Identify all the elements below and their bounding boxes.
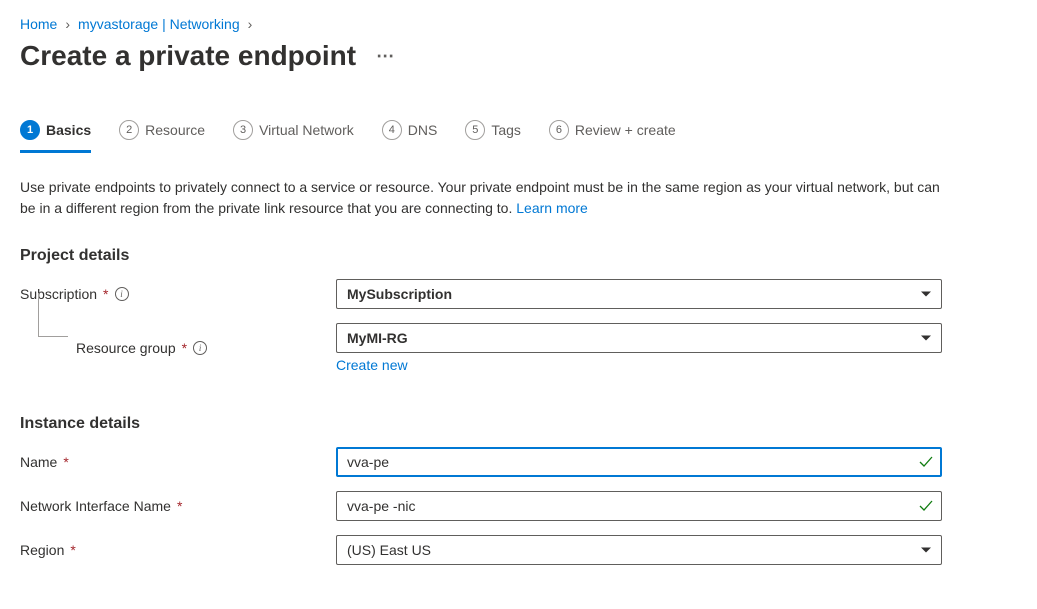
nic-label: Network Interface Name	[20, 498, 171, 514]
tab-label: Resource	[145, 122, 205, 138]
tab-label: Tags	[491, 122, 521, 138]
page-title: Create a private endpoint	[20, 40, 356, 72]
tab-label: Review + create	[575, 122, 676, 138]
name-input[interactable]	[336, 447, 942, 477]
breadcrumb-home[interactable]: Home	[20, 16, 57, 32]
resource-group-dropdown[interactable]: MyMI-RG	[336, 323, 942, 353]
breadcrumb: Home › myvastorage | Networking ›	[20, 16, 1017, 32]
tab-label: DNS	[408, 122, 438, 138]
required-indicator: *	[182, 340, 187, 356]
project-details-heading: Project details	[20, 247, 1017, 265]
nic-input[interactable]	[336, 491, 942, 521]
tabs: 1 Basics 2 Resource 3 Virtual Network 4 …	[20, 120, 1017, 153]
name-label: Name	[20, 454, 57, 470]
tab-virtual-network[interactable]: 3 Virtual Network	[233, 120, 354, 153]
required-indicator: *	[63, 454, 68, 470]
required-indicator: *	[103, 286, 108, 302]
tab-dns[interactable]: 4 DNS	[382, 120, 438, 153]
chevron-right-icon: ›	[65, 16, 70, 32]
region-dropdown[interactable]: (US) East US	[336, 535, 942, 565]
chevron-right-icon: ›	[248, 16, 253, 32]
required-indicator: *	[177, 498, 182, 514]
tab-step-circle: 3	[233, 120, 253, 140]
info-icon[interactable]: i	[193, 341, 207, 355]
tab-step-circle: 2	[119, 120, 139, 140]
tab-step-circle: 4	[382, 120, 402, 140]
create-new-link[interactable]: Create new	[336, 357, 942, 373]
breadcrumb-storage-networking[interactable]: myvastorage | Networking	[78, 16, 240, 32]
chevron-down-icon	[921, 548, 931, 553]
learn-more-link[interactable]: Learn more	[516, 200, 588, 216]
tab-review-create[interactable]: 6 Review + create	[549, 120, 676, 153]
tab-basics[interactable]: 1 Basics	[20, 120, 91, 153]
tab-label: Basics	[46, 122, 91, 138]
intro-text: Use private endpoints to privately conne…	[20, 177, 940, 219]
required-indicator: *	[70, 542, 75, 558]
indent-line	[38, 293, 68, 337]
chevron-down-icon	[921, 336, 931, 341]
chevron-down-icon	[921, 292, 931, 297]
more-icon[interactable]: ⋯	[376, 46, 394, 67]
subscription-dropdown[interactable]: MySubscription	[336, 279, 942, 309]
region-label: Region	[20, 542, 64, 558]
tab-step-circle: 6	[549, 120, 569, 140]
tab-label: Virtual Network	[259, 122, 354, 138]
resource-group-label: Resource group	[76, 340, 176, 356]
tab-step-circle: 5	[465, 120, 485, 140]
tab-resource[interactable]: 2 Resource	[119, 120, 205, 153]
tab-step-circle: 1	[20, 120, 40, 140]
tab-tags[interactable]: 5 Tags	[465, 120, 521, 153]
instance-details-heading: Instance details	[20, 415, 1017, 433]
info-icon[interactable]: i	[115, 287, 129, 301]
